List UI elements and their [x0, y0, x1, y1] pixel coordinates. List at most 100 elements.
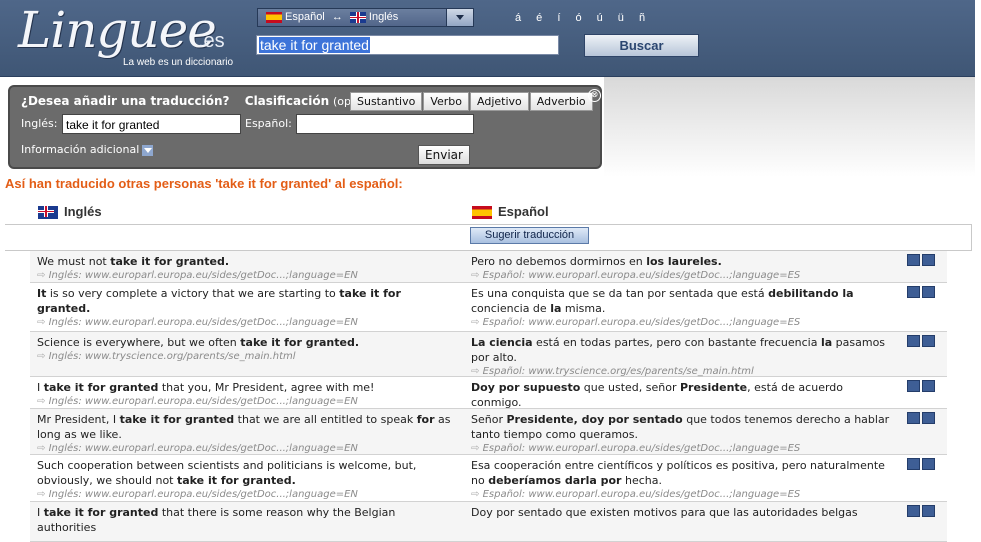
english-sentence: I take it for granted that you, Mr Presi… [37, 381, 375, 394]
rating-buttons [907, 380, 935, 392]
column-spanish-label: Español [498, 204, 549, 219]
header-bar: Linguee .es La web es un diccionario Esp… [0, 0, 975, 77]
thumbs-down-icon[interactable] [922, 458, 935, 470]
lang-from: Español [285, 11, 325, 23]
spanish-cell: Es una conquista que se da tan por senta… [471, 286, 891, 329]
english-cell: Science is everywhere, but we often take… [37, 335, 457, 363]
table-row: Mr President, I take it for granted that… [30, 409, 947, 455]
thumbs-down-icon[interactable] [922, 254, 935, 266]
source-link[interactable]: Inglés: www.europarl.europa.eu/sides/get… [37, 442, 457, 455]
source-link[interactable]: Español: www.europarl.europa.eu/sides/ge… [471, 269, 891, 282]
rating-buttons [907, 412, 935, 424]
english-sentence: Such cooperation between scientists and … [37, 459, 417, 487]
column-header-spanish: Español [472, 204, 549, 220]
source-link[interactable]: Inglés: www.europarl.europa.eu/sides/get… [37, 395, 457, 408]
column-header-english: Inglés [38, 204, 102, 220]
question-text: ¿Desea añadir una traducción? [21, 94, 230, 108]
spanish-cell: Doy por sentado que existen motivos para… [471, 505, 891, 520]
lang-to: Inglés [368, 11, 399, 23]
english-cell: I take it for granted that there is some… [37, 505, 457, 535]
source-link[interactable]: Inglés: www.europarl.europa.eu/sides/get… [37, 316, 457, 329]
thumbs-down-icon[interactable] [922, 412, 935, 424]
additional-info-label: Información adicional [21, 143, 140, 156]
thumbs-up-icon[interactable] [907, 286, 920, 298]
english-label: Inglés: [21, 117, 58, 130]
add-translation-question: ¿Desea añadir una traducción? Clasificac… [21, 94, 392, 108]
expand-icon [142, 144, 154, 156]
rating-buttons [907, 286, 935, 298]
spain-flag-icon [472, 206, 492, 220]
thumbs-up-icon[interactable] [907, 254, 920, 266]
english-cell: Mr President, I take it for granted that… [37, 412, 457, 455]
english-cell: Such cooperation between scientists and … [37, 458, 457, 501]
english-sentence: Science is everywhere, but we often take… [37, 336, 360, 349]
english-cell: We must not take it for granted.Inglés: … [37, 254, 457, 282]
spanish-sentence: Es una conquista que se da tan por senta… [471, 287, 854, 315]
column-english-label: Inglés [64, 204, 102, 219]
spanish-sentence: Doy por supuesto que usted, señor Presid… [471, 381, 843, 409]
source-link[interactable]: Español: www.europarl.europa.eu/sides/ge… [471, 442, 891, 455]
thumbs-down-icon[interactable] [922, 505, 935, 517]
source-link[interactable]: Inglés: www.europarl.europa.eu/sides/get… [37, 488, 457, 501]
classification-buttons: Sustantivo Verbo Adjetivo Adverbio [350, 92, 594, 111]
suggest-translation-button[interactable]: Sugerir traducción [470, 227, 589, 244]
thumbs-up-icon[interactable] [907, 458, 920, 470]
spanish-label: Español: [245, 117, 292, 130]
table-row: It is so very complete a victory that we… [30, 283, 947, 332]
search-button[interactable]: Buscar [584, 34, 699, 57]
thumbs-down-icon[interactable] [922, 286, 935, 298]
spanish-sentence: Señor Presidente, doy por sentado que to… [471, 413, 890, 441]
spanish-cell: Esa cooperación entre científicos y polí… [471, 458, 891, 501]
thumbs-up-icon[interactable] [907, 380, 920, 392]
english-cell: I take it for granted that you, Mr Presi… [37, 380, 457, 408]
class-button-verb[interactable]: Verbo [423, 92, 470, 111]
spanish-cell: Pero no debemos dormirnos en los laurele… [471, 254, 891, 282]
uk-flag-icon [38, 206, 58, 220]
header-shadow [604, 77, 975, 177]
table-row: I take it for granted that you, Mr Presi… [30, 377, 947, 422]
source-link[interactable]: Español: www.europarl.europa.eu/sides/ge… [471, 316, 891, 329]
language-pair-select[interactable]: Español ↔ Inglés [257, 8, 474, 27]
class-button-noun[interactable]: Sustantivo [350, 92, 423, 111]
thumbs-up-icon[interactable] [907, 412, 920, 424]
english-sentence: It is so very complete a victory that we… [37, 287, 401, 315]
language-pair-label: Español ↔ Inglés [266, 11, 398, 23]
special-characters[interactable]: á é í ó ú ü ñ [515, 12, 651, 24]
swap-arrows-icon: ↔ [331, 11, 343, 23]
rating-buttons [907, 254, 935, 266]
table-row: I take it for granted that there is some… [30, 502, 947, 542]
search-input[interactable]: take it for granted [256, 35, 559, 55]
source-link[interactable]: Español: www.europarl.europa.eu/sides/ge… [471, 488, 891, 501]
rating-buttons [907, 335, 935, 347]
results-heading: Así han traducido otras personas 'take i… [5, 176, 403, 191]
source-link[interactable]: Inglés: www.tryscience.org/parents/se_ma… [37, 350, 457, 363]
logo-domain: .es [198, 30, 225, 52]
spanish-cell: La ciencia está en todas partes, pero co… [471, 335, 891, 378]
spain-flag-icon [266, 11, 282, 23]
close-icon[interactable]: ⊗ [588, 89, 601, 102]
classification-label: Clasificación [244, 94, 330, 108]
spanish-sentence: La ciencia está en todas partes, pero co… [471, 336, 886, 364]
thumbs-up-icon[interactable] [907, 335, 920, 347]
spanish-sentence: Pero no debemos dormirnos en los laurele… [471, 255, 722, 268]
search-input-value: take it for granted [259, 37, 370, 53]
thumbs-down-icon[interactable] [922, 380, 935, 392]
additional-info-toggle[interactable]: Información adicional [21, 143, 154, 156]
add-translation-panel: ¿Desea añadir una traducción? Clasificac… [8, 85, 602, 169]
send-button[interactable]: Enviar [418, 145, 470, 165]
table-row: We must not take it for granted.Inglés: … [30, 251, 947, 283]
uk-flag-icon [349, 11, 366, 23]
thumbs-up-icon[interactable] [907, 505, 920, 517]
table-row: Science is everywhere, but we often take… [30, 332, 947, 377]
english-input[interactable]: take it for granted [62, 114, 241, 134]
logo-text: Linguee [18, 1, 217, 59]
class-button-adverb[interactable]: Adverbio [529, 92, 593, 111]
source-link[interactable]: Inglés: www.europarl.europa.eu/sides/get… [37, 269, 457, 282]
spanish-sentence: Doy por sentado que existen motivos para… [471, 506, 858, 519]
linguee-logo[interactable]: Linguee .es La web es un diccionario [18, 1, 233, 68]
thumbs-down-icon[interactable] [922, 335, 935, 347]
rating-buttons [907, 458, 935, 470]
spanish-input[interactable] [296, 114, 474, 134]
class-button-adjective[interactable]: Adjetivo [470, 92, 529, 111]
chevron-down-icon[interactable] [446, 9, 473, 26]
